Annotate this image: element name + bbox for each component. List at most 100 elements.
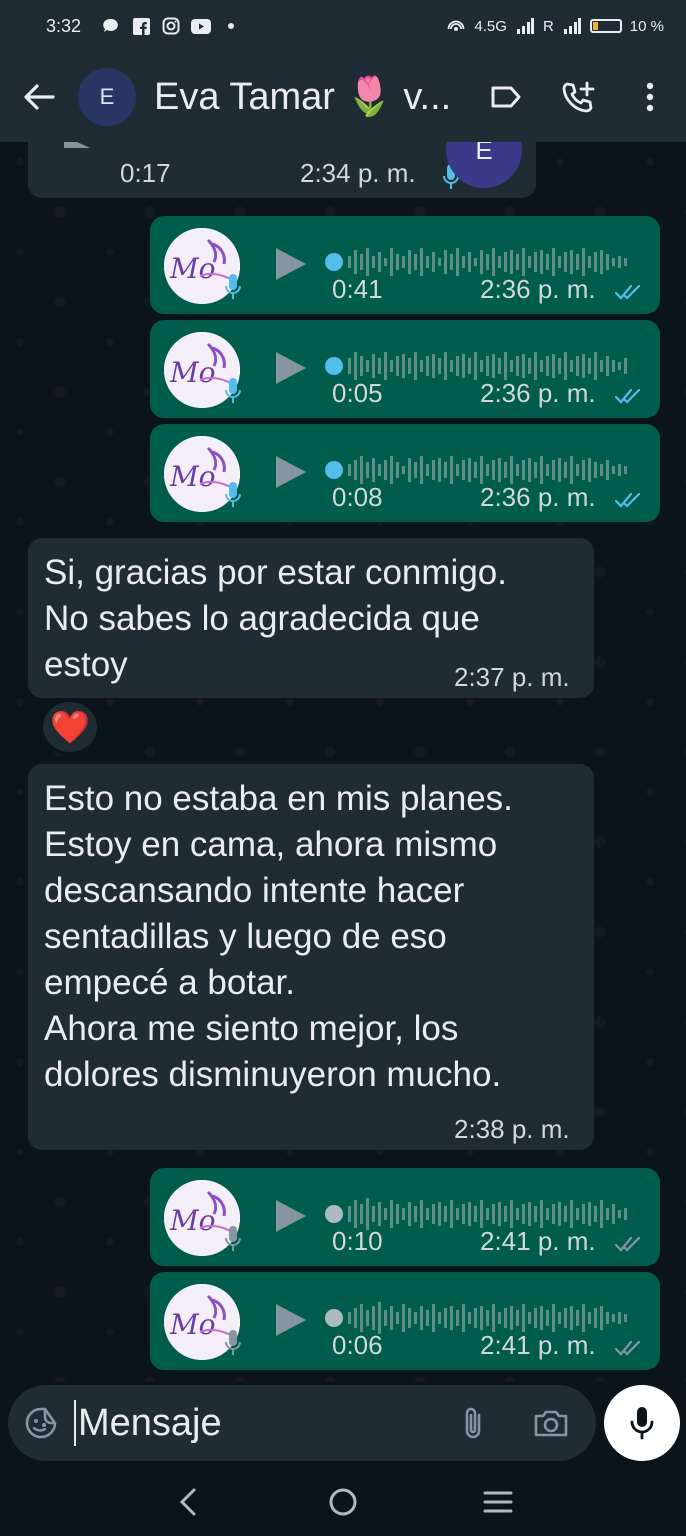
play-icon[interactable] bbox=[274, 454, 308, 490]
camera-button[interactable] bbox=[512, 1385, 590, 1461]
mic-icon bbox=[222, 1224, 244, 1254]
voice-message-outgoing[interactable]: Mo 0:10 2:41 p. m. bbox=[150, 1168, 660, 1266]
message-text: Si, gracias por estar conmigo. No sabes … bbox=[44, 550, 507, 688]
more-options-button[interactable] bbox=[614, 52, 686, 142]
message-line: Estoy en cama, ahora mismo bbox=[44, 825, 498, 864]
message-time: 2:36 p. m. bbox=[480, 482, 596, 512]
voice-duration: 0:41 bbox=[332, 274, 383, 304]
message-input[interactable]: Mensaje bbox=[74, 1400, 434, 1446]
back-arrow-icon bbox=[24, 84, 55, 110]
instagram-icon bbox=[161, 17, 181, 35]
play-icon[interactable] bbox=[274, 246, 308, 282]
voice-message-outgoing[interactable]: Mo 0:05 2:36 p. m. bbox=[150, 320, 660, 418]
more-vert-icon bbox=[646, 82, 654, 112]
status-time: 3:32 bbox=[46, 15, 82, 36]
message-input-container[interactable]: Mensaje bbox=[8, 1385, 596, 1461]
notification-dot-icon bbox=[221, 17, 241, 35]
contact-avatar[interactable]: E bbox=[78, 68, 136, 126]
play-icon[interactable] bbox=[274, 350, 308, 386]
nav-recents-button[interactable] bbox=[468, 1472, 528, 1532]
chat-title[interactable]: Eva Tamar 🌷 v... bbox=[154, 75, 454, 119]
nav-back-icon bbox=[179, 1488, 196, 1516]
delivered-ticks-icon bbox=[614, 1340, 641, 1356]
message-text: Esto no estaba en mis planes. Estoy en c… bbox=[44, 776, 513, 1098]
read-ticks-icon bbox=[614, 284, 641, 300]
voice-duration: 0:08 bbox=[332, 482, 383, 512]
read-ticks-icon bbox=[614, 492, 641, 508]
add-call-icon bbox=[562, 81, 595, 113]
voice-message-incoming[interactable]: 0:17 2:34 p. m. E bbox=[28, 142, 536, 198]
heart-reaction-icon: ❤️ bbox=[50, 709, 90, 745]
voice-record-button[interactable] bbox=[604, 1385, 680, 1461]
play-icon[interactable] bbox=[62, 142, 92, 160]
reaction-badge[interactable]: ❤️ bbox=[40, 699, 100, 755]
message-line: dolores disminuyeron mucho. bbox=[44, 1055, 502, 1094]
back-button[interactable] bbox=[0, 52, 78, 142]
battery-icon bbox=[589, 19, 622, 33]
message-line: Esto no estaba en mis planes. bbox=[44, 779, 513, 818]
sticker-icon bbox=[25, 1407, 57, 1439]
svg-text:Mo: Mo bbox=[169, 460, 216, 493]
nav-back-button[interactable] bbox=[158, 1472, 218, 1532]
battery-level: 10 % bbox=[629, 17, 664, 35]
voice-duration: 0:06 bbox=[332, 1330, 383, 1360]
message-time: 2:36 p. m. bbox=[480, 378, 596, 408]
read-ticks-icon bbox=[614, 388, 641, 404]
status-bar: 3:32 4.5G R 10 % bbox=[0, 0, 686, 52]
mic-icon bbox=[222, 376, 244, 406]
network-type: 4.5G bbox=[474, 17, 507, 35]
roaming-indicator: R bbox=[542, 17, 554, 35]
mic-icon bbox=[222, 272, 244, 302]
message-time: 2:41 p. m. bbox=[480, 1226, 596, 1256]
nav-home-icon bbox=[329, 1488, 357, 1516]
voice-message-outgoing[interactable]: Mo 0:08 2:36 p. m. bbox=[150, 424, 660, 522]
chat-header: E Eva Tamar 🌷 v... bbox=[0, 52, 686, 142]
nav-home-button[interactable] bbox=[313, 1472, 373, 1532]
message-time: 2:38 p. m. bbox=[454, 1114, 570, 1144]
system-navigation-bar bbox=[0, 1468, 686, 1536]
hotspot-icon bbox=[446, 17, 466, 35]
nav-recents-icon bbox=[483, 1491, 513, 1513]
emoji-button[interactable] bbox=[8, 1385, 74, 1461]
message-line: empecé a botar. bbox=[44, 963, 295, 1002]
svg-text:Mo: Mo bbox=[169, 252, 216, 285]
message-time: 2:41 p. m. bbox=[480, 1330, 596, 1360]
svg-text:Mo: Mo bbox=[169, 1204, 216, 1237]
message-line: Si, gracias por estar conmigo. bbox=[44, 553, 507, 592]
facebook-icon bbox=[131, 17, 151, 35]
voice-message-outgoing[interactable]: Mo 0:41 2:36 p. m. bbox=[150, 216, 660, 314]
message-line: No sabes lo agradecida que bbox=[44, 599, 480, 638]
youtube-icon bbox=[191, 17, 212, 35]
message-time: 2:37 p. m. bbox=[454, 662, 570, 692]
svg-text:Mo: Mo bbox=[169, 356, 216, 389]
text-message-incoming[interactable]: Si, gracias por estar conmigo. No sabes … bbox=[28, 538, 594, 698]
mic-icon bbox=[630, 1407, 654, 1440]
signal-icon-1 bbox=[515, 17, 535, 35]
attach-button[interactable] bbox=[434, 1385, 512, 1461]
chat-area[interactable]: 0:17 2:34 p. m. E Mo 0:41 2:36 p. m. Mo bbox=[0, 142, 686, 1382]
label-button[interactable] bbox=[470, 52, 542, 142]
text-message-incoming[interactable]: Esto no estaba en mis planes. Estoy en c… bbox=[28, 764, 594, 1150]
mic-icon bbox=[222, 480, 244, 510]
svg-text:Mo: Mo bbox=[169, 1308, 216, 1341]
play-icon[interactable] bbox=[274, 1302, 308, 1338]
add-call-button[interactable] bbox=[542, 52, 614, 142]
label-icon bbox=[491, 86, 521, 108]
message-line: sentadillas y luego de eso bbox=[44, 917, 447, 956]
message-line: descansando intente hacer bbox=[44, 871, 465, 910]
voice-duration: 0:05 bbox=[332, 378, 383, 408]
message-time: 2:36 p. m. bbox=[480, 274, 596, 304]
mic-icon bbox=[222, 1328, 244, 1358]
voice-duration: 0:17 bbox=[120, 158, 171, 188]
message-time: 2:34 p. m. bbox=[300, 158, 416, 188]
message-line: estoy bbox=[44, 645, 128, 684]
signal-icon-2 bbox=[562, 17, 582, 35]
message-line: Ahora me siento mejor, los bbox=[44, 1009, 459, 1048]
paperclip-icon bbox=[465, 1407, 481, 1439]
voice-message-outgoing[interactable]: Mo 0:06 2:41 p. m. bbox=[150, 1272, 660, 1370]
delivered-ticks-icon bbox=[614, 1236, 641, 1252]
chat-bubble-icon bbox=[101, 17, 121, 35]
play-icon[interactable] bbox=[274, 1198, 308, 1234]
composer: Mensaje bbox=[0, 1382, 686, 1468]
voice-duration: 0:10 bbox=[332, 1226, 383, 1256]
